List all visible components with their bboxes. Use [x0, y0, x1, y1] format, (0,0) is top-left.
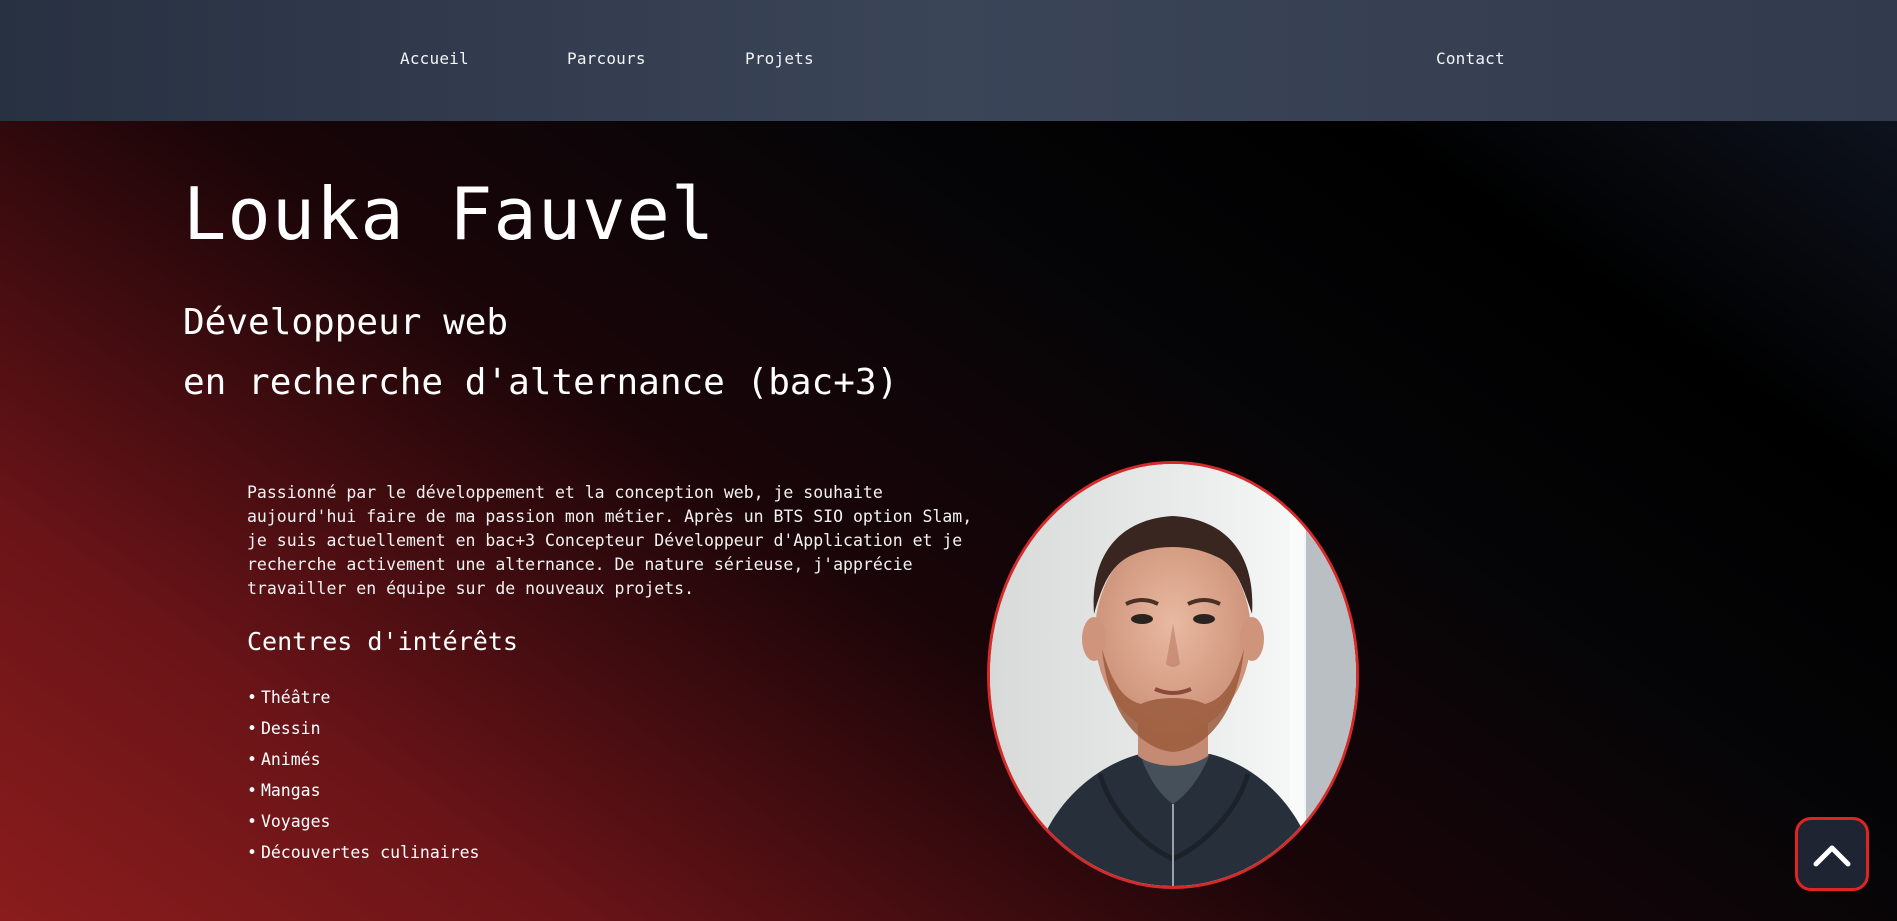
nav-link-projets[interactable]: Projets	[745, 49, 814, 68]
scroll-to-top-button[interactable]	[1795, 817, 1869, 891]
interest-item: Voyages	[247, 810, 479, 841]
interest-item: Mangas	[247, 779, 479, 810]
top-navigation: Accueil Parcours Projets Contact	[0, 0, 1897, 121]
nav-link-accueil[interactable]: Accueil	[400, 49, 469, 68]
interests-title: Centres d'intérêts	[247, 627, 518, 656]
interest-item: Animés	[247, 748, 479, 779]
interests-list: Théâtre Dessin Animés Mangas Voyages Déc…	[247, 686, 480, 872]
hero-role-line1: Développeur web	[183, 302, 509, 343]
nav-link-contact[interactable]: Contact	[1436, 49, 1505, 68]
profile-photo-illustration	[990, 464, 1356, 886]
hero-role-line2: en recherche d'alternance (bac+3)	[183, 362, 899, 403]
interest-item: Dessin	[247, 717, 479, 748]
interest-item: Découvertes culinaires	[247, 841, 480, 872]
chevron-up-icon	[1813, 845, 1851, 867]
hero-name: Louka Fauvel	[183, 172, 716, 256]
nav-link-parcours[interactable]: Parcours	[567, 49, 646, 68]
profile-photo	[987, 461, 1359, 889]
bio-paragraph: Passionné par le développement et la con…	[247, 483, 973, 598]
interest-item: Théâtre	[247, 686, 479, 717]
hero-role: Développeur web en recherche d'alternanc…	[183, 293, 898, 413]
